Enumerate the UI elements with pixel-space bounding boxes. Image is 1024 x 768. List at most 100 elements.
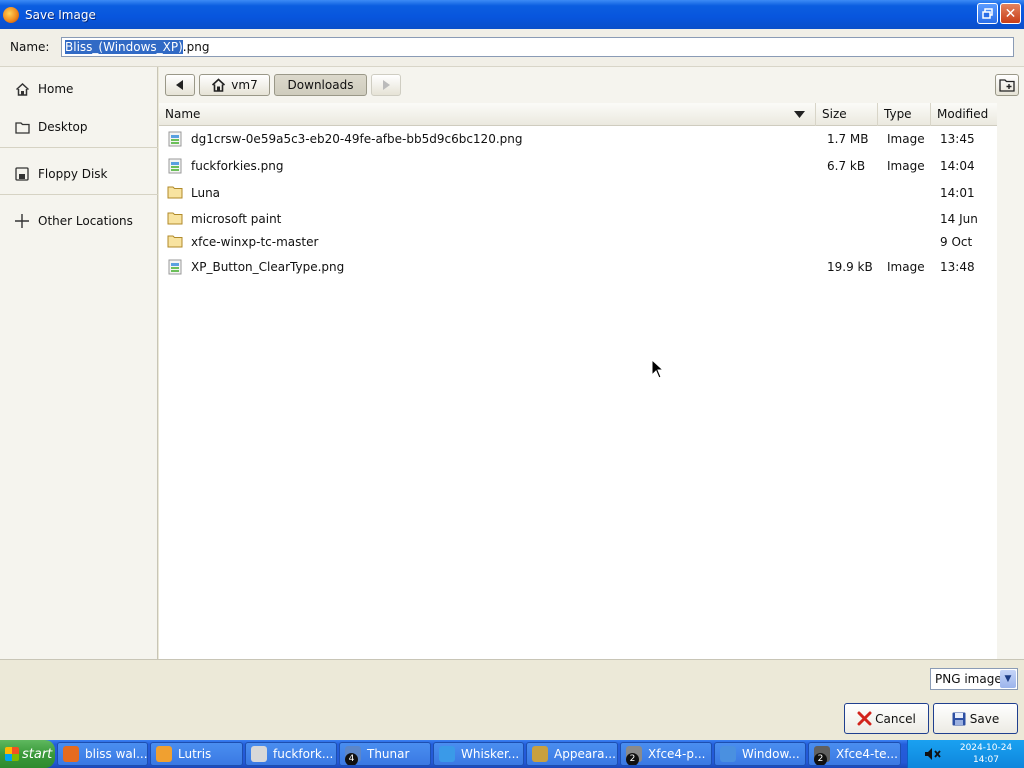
sort-descending-icon — [794, 111, 805, 118]
file-type: Image — [887, 260, 925, 274]
path-home-button[interactable]: vm7 — [199, 74, 270, 96]
path-current-button[interactable]: Downloads — [274, 74, 367, 96]
app-icon — [439, 746, 455, 762]
image-icon — [167, 158, 183, 174]
file-name: dg1crsw-0e59a5c3-eb20-49fe-afbe-bb5d9c6b… — [191, 132, 523, 146]
file-list-header: Name Size Type Modified — [159, 103, 997, 126]
start-button[interactable]: start — [0, 740, 55, 768]
file-row[interactable]: fuckforkies.png 6.7 kB Image 14:04 — [159, 154, 997, 178]
taskbar-button[interactable]: Whisker... — [433, 742, 524, 766]
close-icon: ✕ — [1004, 5, 1017, 22]
save-button[interactable]: Save — [933, 703, 1018, 734]
file-row[interactable]: Luna 14:01 — [159, 181, 997, 205]
file-type: Image — [887, 132, 925, 146]
sidebar-item-home[interactable]: Home — [0, 74, 158, 104]
sidebar-item-label: Desktop — [38, 120, 88, 134]
plus-icon — [14, 213, 30, 229]
image-icon — [167, 259, 183, 275]
windows-flag-icon — [5, 747, 19, 761]
column-header-name[interactable]: Name — [159, 103, 816, 126]
filename-selected-text: Bliss_(Windows_XP) — [65, 40, 183, 54]
forward-button[interactable] — [371, 74, 401, 96]
cancel-button[interactable]: Cancel — [844, 703, 929, 734]
sidebar-item-label: Other Locations — [38, 214, 133, 228]
file-modified: 14:04 — [940, 159, 975, 173]
taskbar-button[interactable]: 2 Xfce4-te... — [808, 742, 901, 766]
back-button[interactable] — [165, 74, 195, 96]
filename-input[interactable]: Bliss_(Windows_XP).png — [61, 37, 1014, 57]
new-folder-button[interactable] — [995, 74, 1019, 96]
file-list[interactable]: Name Size Type Modified dg1crsw-0e59a5c3… — [159, 103, 997, 659]
window-count-badge: 2 — [814, 753, 827, 765]
new-folder-icon — [999, 79, 1015, 92]
volume-muted-icon[interactable] — [924, 747, 942, 761]
file-row[interactable]: microsoft paint 14 Jun — [159, 207, 997, 231]
taskbar-button[interactable]: 2 Xfce4-p... — [620, 742, 712, 766]
close-button[interactable]: ✕ — [1000, 3, 1021, 24]
taskbar-button-label: Lutris — [178, 747, 212, 761]
app-icon — [156, 746, 172, 762]
folder-icon — [167, 185, 183, 201]
file-type-select[interactable]: PNG image ▼ — [930, 668, 1018, 690]
taskbar-button-label: Whisker... — [461, 747, 520, 761]
taskbar-button[interactable]: 4 Thunar — [339, 742, 431, 766]
file-name: microsoft paint — [191, 212, 282, 226]
file-name: XP_Button_ClearType.png — [191, 260, 345, 274]
window-title: Save Image — [25, 7, 96, 22]
title-bar[interactable]: Save Image ✕ — [0, 0, 1024, 29]
file-modified: 13:48 — [940, 260, 975, 274]
column-header-size[interactable]: Size — [816, 103, 878, 126]
file-modified: 14 Jun — [940, 212, 978, 226]
clock[interactable]: 2024-10-24 14:07 — [956, 742, 1016, 766]
file-name: Luna — [191, 186, 221, 200]
firefox-icon — [3, 6, 19, 23]
file-modified: 13:45 — [940, 132, 975, 146]
window-count-badge: 2 — [626, 753, 639, 765]
file-modified: 14:01 — [940, 186, 975, 200]
image-icon — [167, 131, 183, 147]
path-bar: vm7 Downloads — [159, 67, 1024, 103]
path-home-label: vm7 — [231, 78, 258, 92]
sidebar-divider — [0, 194, 158, 195]
taskbar-button[interactable]: bliss wal... — [57, 742, 148, 766]
column-header-modified[interactable]: Modified — [931, 103, 997, 126]
save-label: Save — [969, 711, 1000, 726]
cancel-label: Cancel — [875, 711, 916, 726]
sidebar-divider — [0, 147, 158, 148]
sidebar-item-other-locations[interactable]: Other Locations — [0, 206, 158, 236]
file-row[interactable]: XP_Button_ClearType.png 19.9 kB Image 13:48 — [159, 255, 997, 279]
folder-icon — [167, 211, 183, 227]
name-label: Name: — [10, 40, 50, 54]
taskbar-button[interactable]: Window... — [714, 742, 806, 766]
taskbar-button-label: Appeara... — [554, 747, 616, 761]
sidebar-item-label: Home — [38, 82, 74, 96]
file-size: 19.9 kB — [827, 260, 873, 274]
start-label: start — [22, 746, 53, 762]
column-name-label: Name — [165, 107, 201, 121]
column-size-label: Size — [822, 107, 847, 121]
taskbar-button-label: Xfce4-p... — [648, 747, 706, 761]
sidebar-item-floppy-disk[interactable]: Floppy Disk — [0, 159, 158, 189]
app-icon — [720, 746, 736, 762]
scrollbar-track[interactable] — [997, 103, 1024, 659]
app-icon — [532, 746, 548, 762]
name-row: Name: Bliss_(Windows_XP).png — [0, 29, 1024, 67]
app-icon — [251, 746, 267, 762]
file-row[interactable]: dg1crsw-0e59a5c3-eb20-49fe-afbe-bb5d9c6b… — [159, 127, 997, 151]
sidebar-item-desktop[interactable]: Desktop — [0, 112, 158, 142]
path-current-label: Downloads — [287, 78, 354, 92]
folder-icon — [167, 234, 183, 250]
taskbar-button[interactable]: Appeara... — [526, 742, 618, 766]
file-type-value: PNG image — [935, 672, 1002, 686]
sidebar-item-label: Floppy Disk — [38, 167, 108, 181]
places-sidebar: Home Desktop Floppy Disk Other Locations — [0, 67, 158, 659]
cancel-icon — [857, 711, 872, 726]
file-size: 1.7 MB — [827, 132, 869, 146]
taskbar: start bliss wal... Lutris fuckfork... 4 Thun… — [0, 740, 1024, 768]
file-row[interactable]: xfce-winxp-tc-master 9 Oct — [159, 230, 997, 254]
restore-button[interactable] — [977, 3, 998, 24]
taskbar-button[interactable]: Lutris — [150, 742, 243, 766]
file-name: fuckforkies.png — [191, 159, 284, 173]
taskbar-button[interactable]: fuckfork... — [245, 742, 337, 766]
column-header-type[interactable]: Type — [878, 103, 931, 126]
